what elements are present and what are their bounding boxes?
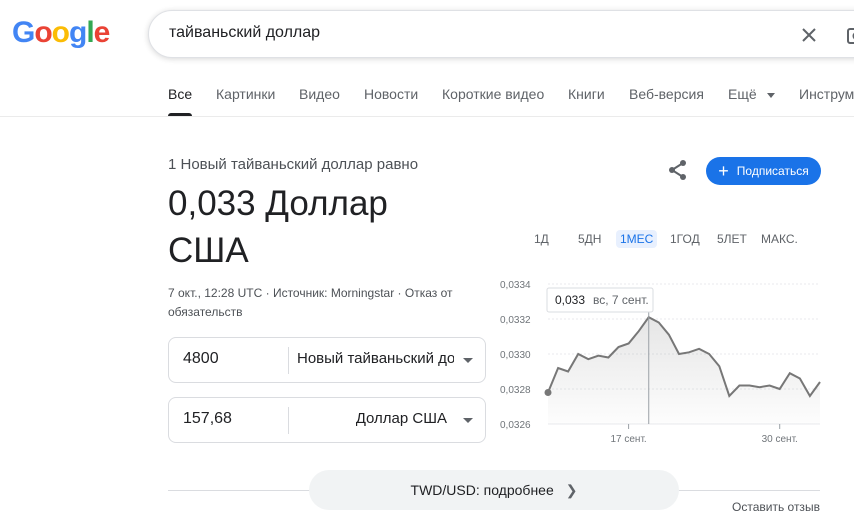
logo-letter: o (51, 16, 70, 49)
search-input[interactable] (169, 24, 769, 42)
y-tick-label: 0,0326 (500, 420, 531, 431)
tabs-divider (0, 116, 854, 117)
tab-images[interactable]: Картинки (216, 86, 275, 116)
to-amount-input[interactable] (183, 410, 283, 428)
timestamp: 7 окт., 12:28 UTC (168, 286, 263, 300)
logo-letter: e (93, 16, 111, 49)
tooltip-value: 0,033 (555, 293, 585, 307)
range-5d[interactable]: 5ДН (574, 230, 605, 248)
chart-area (548, 317, 820, 424)
logo-letter: G (12, 16, 35, 49)
conversion-equals-text: 1 Новый тайваньский доллар равно (168, 156, 419, 173)
search-box (148, 10, 854, 58)
range-1m[interactable]: 1МЕС (616, 230, 658, 248)
conversion-meta: 7 окт., 12:28 UTC · Источник: Morningsta… (168, 286, 453, 319)
feedback-link[interactable]: Оставить отзыв (732, 500, 820, 514)
to-currency-select[interactable]: Доллар США (356, 410, 447, 427)
data-point (544, 389, 552, 396)
x-tick-label: 30 сент. (762, 434, 798, 445)
tab-tools[interactable]: Инструм (799, 86, 854, 116)
more-info-button[interactable]: TWD/USD: подробнее ❯ (309, 470, 679, 510)
subscribe-button[interactable]: + Подписаться (706, 157, 821, 185)
plus-icon: + (718, 161, 729, 181)
tab-all[interactable]: Все (168, 86, 193, 116)
range-5y[interactable]: 5ЛЕТ (713, 230, 751, 248)
divider (288, 407, 289, 434)
source-text: Источник: Morningstar (272, 286, 395, 300)
tab-short-videos[interactable]: Короткие видео (442, 86, 544, 116)
chevron-down-icon[interactable] (463, 418, 473, 423)
x-tick-label: 17 сент. (610, 434, 646, 445)
exchange-rate-chart[interactable]: 0,0334 0,0332 0,0330 0,0328 0,0326 17 сент. 3… (490, 272, 854, 452)
y-tick-label: 0,0328 (500, 385, 531, 396)
range-1d[interactable]: 1Д (530, 230, 553, 248)
google-logo[interactable]: Google (12, 16, 111, 50)
logo-letter: l (86, 16, 94, 49)
more-info-label: TWD/USD: подробнее (410, 482, 554, 498)
tab-news[interactable]: Новости (364, 86, 418, 116)
share-icon[interactable] (666, 158, 690, 182)
y-tick-label: 0,0334 (500, 280, 531, 291)
camera-icon[interactable] (845, 23, 854, 47)
range-max[interactable]: МАКС. (757, 230, 802, 248)
tab-books[interactable]: Книги (568, 86, 605, 116)
chevron-right-icon: ❯ (565, 481, 578, 498)
from-amount-input[interactable] (183, 350, 283, 368)
subscribe-label: Подписаться (736, 164, 809, 178)
tab-video[interactable]: Видео (299, 86, 340, 116)
logo-letter: g (69, 16, 87, 49)
clear-icon[interactable] (797, 23, 821, 47)
logo-letter: o (34, 16, 52, 49)
chevron-down-icon[interactable] (463, 358, 473, 363)
tooltip-label: вс, 7 сент. (593, 293, 649, 307)
y-tick-label: 0,0332 (500, 315, 531, 326)
divider (288, 347, 289, 374)
y-tick-label: 0,0330 (500, 350, 531, 361)
tab-more[interactable]: Ещё (728, 86, 775, 116)
to-currency-row: Доллар США (168, 397, 486, 443)
tab-more-label: Ещё (728, 86, 757, 102)
chart-tooltip: 0,033 вс, 7 сент. (546, 287, 654, 313)
from-currency-select[interactable]: Новый тайваньский до (297, 350, 454, 367)
conversion-result: 0,033 Доллар США (168, 184, 388, 270)
from-currency-row: Новый тайваньский до (168, 337, 486, 383)
range-1y[interactable]: 1ГОД (666, 230, 704, 248)
chevron-down-icon (766, 92, 775, 98)
tab-web[interactable]: Веб-версия (629, 86, 704, 116)
